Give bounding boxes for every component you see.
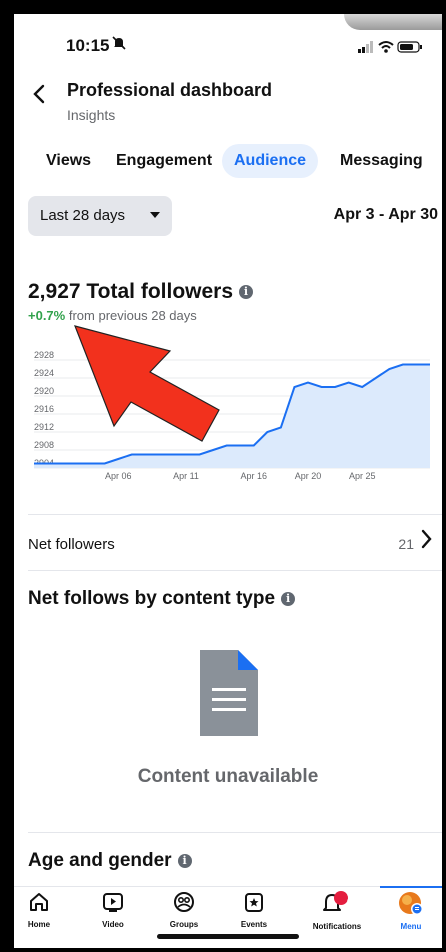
tab-messaging[interactable]: Messaging (328, 144, 435, 178)
divider (28, 570, 442, 571)
nav-label: Home (27, 920, 51, 929)
header: Professional dashboard Insights (14, 78, 442, 128)
status-time: 10:15 (66, 36, 110, 55)
groups-icon (174, 892, 194, 912)
avatar-icon (399, 892, 423, 915)
y-tick-label: 2912 (34, 422, 54, 432)
content-unavailable-text: Content unavailable (137, 766, 319, 787)
home-indicator (157, 934, 299, 939)
y-tick-label: 2916 (34, 404, 54, 414)
x-tick-label: Apr 06 (105, 471, 132, 481)
nav-video[interactable]: Video (78, 891, 148, 929)
signal-wifi-battery-icon (358, 41, 422, 53)
chevron-right-icon[interactable] (420, 528, 432, 556)
age-gender-title: Age and gender (28, 850, 172, 871)
content-type-heading: Net follows by content type i (28, 588, 296, 610)
home-icon (30, 893, 48, 911)
divider (28, 514, 442, 515)
nav-groups[interactable]: Groups (149, 891, 219, 929)
date-range-dropdown[interactable]: Last 28 days (28, 196, 172, 236)
nav-label: Video (102, 920, 124, 929)
nav-label: Events (240, 920, 268, 929)
video-icon (103, 893, 123, 912)
active-tab-indicator (380, 886, 442, 888)
mute-bell-icon (112, 36, 126, 53)
nav-label: Notifications (312, 922, 362, 931)
content-type-title: Net follows by content type (28, 588, 276, 609)
page-subtitle: Insights (67, 107, 116, 123)
x-tick-label: Apr 11 (173, 471, 199, 481)
info-icon[interactable]: i (281, 591, 296, 606)
age-gender-heading: Age and gender i (28, 850, 192, 872)
nav-label: Menu (400, 922, 422, 931)
nav-home[interactable]: Home (14, 891, 74, 929)
delta-percent: +0.7% (28, 308, 66, 323)
nav-menu[interactable]: Menu (376, 891, 442, 931)
date-range-text: Apr 3 - Apr 30 (333, 206, 438, 223)
total-followers-heading: 2,927 Total followers i (28, 280, 254, 304)
x-tick-label: Apr 25 (349, 471, 376, 481)
net-followers-label: Net followers (28, 536, 115, 553)
bezel-shine (344, 14, 442, 30)
phone-screen: 10:15 Professional dashboard Insights Vi… (14, 14, 442, 948)
net-followers-value: 21 (398, 536, 414, 552)
caret-down-icon (150, 212, 160, 218)
back-chevron-icon[interactable] (32, 82, 46, 113)
area-fill (34, 364, 430, 468)
info-icon[interactable]: i (177, 853, 192, 868)
followers-delta: +0.7% from previous 28 days (28, 308, 197, 323)
nav-events[interactable]: Events (219, 891, 289, 929)
delta-text: from previous 28 days (68, 308, 197, 323)
tab-views[interactable]: Views (34, 144, 103, 178)
y-tick-label: 2928 (34, 350, 54, 360)
tab-bar: Views Engagement Audience Messaging (14, 142, 442, 186)
tab-engagement[interactable]: Engagement (104, 144, 224, 178)
followers-chart: 2928292429202916291229082904Apr 06 Apr 11… (34, 350, 430, 481)
x-tick-label: Apr 20 (295, 471, 322, 481)
y-tick-label: 2920 (34, 386, 54, 396)
y-tick-label: 2924 (34, 368, 54, 378)
nav-notifications[interactable]: 2 Notifications (302, 891, 372, 931)
events-icon (245, 893, 263, 912)
document-icon (200, 650, 258, 736)
notification-badge: 2 (347, 893, 353, 904)
info-icon[interactable]: i (239, 285, 254, 300)
divider (28, 832, 442, 833)
page-title: Professional dashboard (67, 80, 273, 100)
x-tick-label: Apr 16 (241, 471, 268, 481)
y-tick-label: 2908 (34, 440, 54, 450)
tab-audience[interactable]: Audience (222, 144, 319, 178)
date-range-label: Last 28 days (40, 207, 126, 224)
nav-label: Groups (169, 920, 199, 929)
total-followers-text: 2,927 Total followers (28, 280, 234, 303)
